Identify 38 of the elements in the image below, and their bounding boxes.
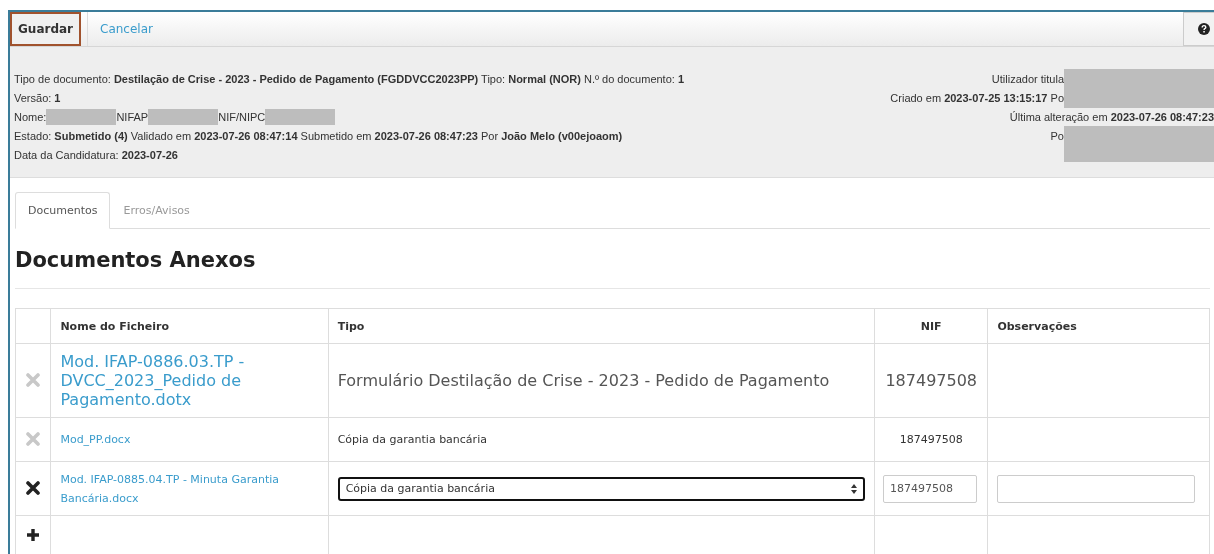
updown-icon — [851, 483, 858, 494]
column-header: Nome do Ficheiro — [50, 308, 329, 344]
info-text: Versão: 1 — [14, 91, 61, 104]
close-icon — [26, 372, 41, 387]
tab[interactable]: Erros/Avisos — [110, 192, 203, 229]
redacted-block — [265, 108, 336, 125]
remove-button[interactable] — [24, 479, 43, 497]
cancel-link[interactable]: Cancelar — [87, 12, 165, 46]
info-text: Po — [1050, 129, 1064, 142]
info-text: Tipo de documento: Destilação de Crise - 2023 - Pedido de Pagamento (FGDDVCC2023PP) Tipo: Normal (NOR) N.º do documento: 1 — [14, 72, 685, 85]
info-text: Última alteração em 2023-07-26 08:47:23 — [1009, 110, 1214, 123]
type-cell: Formulário Destilação de Crise - 2023 - Pedido de Pagamento — [337, 371, 830, 390]
redacted-block — [148, 108, 219, 125]
help-button[interactable] — [1183, 12, 1214, 46]
nif-cell: 187497508 — [885, 371, 978, 390]
nif-cell: 187497508 — [899, 433, 963, 446]
plus-icon — [26, 528, 41, 542]
type-select[interactable]: Cópia da garantia bancária — [337, 476, 866, 501]
close-icon — [26, 432, 41, 446]
save-button[interactable]: Guardar — [10, 12, 81, 46]
info-text: Estado: Submetido (4) Validado em 2023-07-26 08:47:14 Submetido em 2023-07-26 08:47:23 Por João Melo (v00ejoaom) — [14, 129, 623, 142]
info-text: Data da Candidatura: 2023-07-26 — [14, 148, 178, 161]
info-text: Criado em 2023-07-25 13:15:17 Po — [890, 91, 1064, 104]
tab[interactable]: Documentos — [15, 192, 111, 229]
column-header: NIF — [874, 308, 988, 344]
observations-field[interactable] — [997, 474, 1196, 503]
close-icon — [26, 481, 41, 495]
info-text: Nome: — [14, 110, 47, 123]
type-cell: Cópia da garantia bancária — [337, 433, 487, 446]
help-icon — [1198, 23, 1210, 35]
info-text: NIF/NIPC — [218, 110, 266, 123]
nif-field[interactable]: 187497508 — [883, 474, 978, 503]
info-text: NIFAP — [116, 110, 149, 123]
column-header: Tipo — [328, 308, 875, 344]
column-header: Observações — [987, 308, 1210, 344]
section-heading: Documentos Anexos — [15, 247, 257, 274]
redacted-block — [46, 108, 117, 125]
info-text: Utilizador titula — [991, 72, 1064, 85]
